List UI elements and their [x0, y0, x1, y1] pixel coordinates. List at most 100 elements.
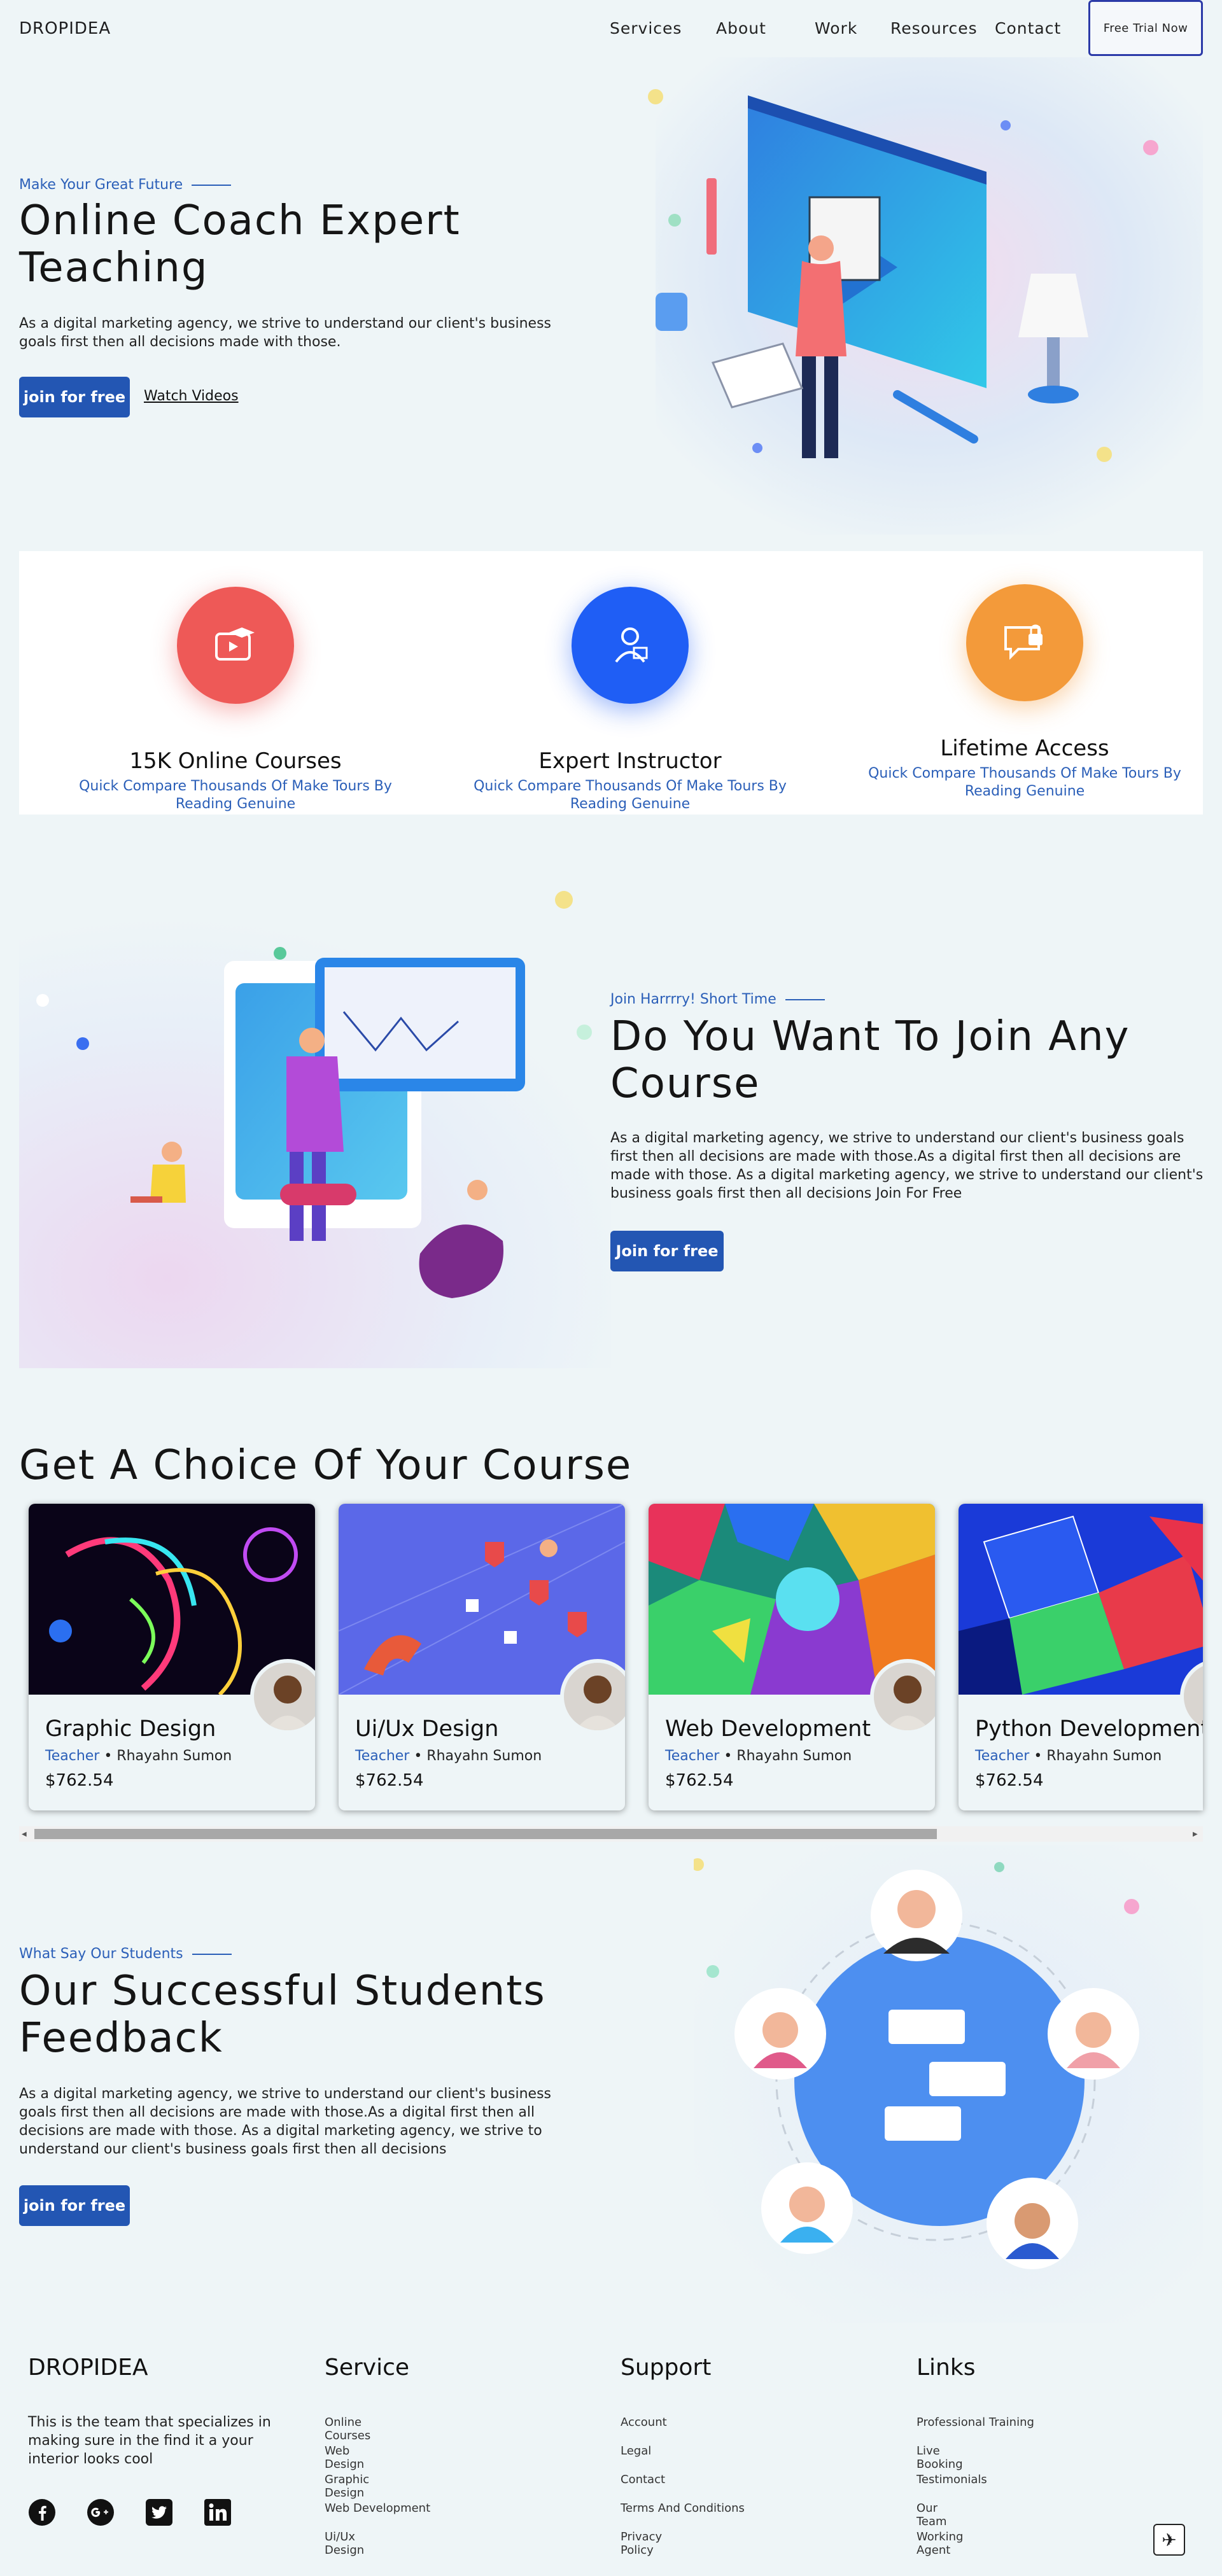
course-teacher: Teacher • Rhayahn Sumon: [975, 1748, 1162, 1764]
hero-eyebrow: Make Your Great Future: [19, 177, 232, 193]
instructor-icon: [615, 627, 648, 663]
feedback-eyebrow-text: What Say Our Students: [19, 1946, 183, 1962]
scrollbar-thumb[interactable]: [34, 1829, 937, 1839]
footer-link-service[interactable]: Web Development: [325, 2502, 430, 2515]
teacher-name: Rhayahn Sumon: [1046, 1748, 1162, 1764]
feature-subtitle: Quick Compare Thousands Of Make Tours By…: [868, 766, 1181, 799]
feedback-join-button[interactable]: join for free: [19, 2185, 130, 2226]
twitter-icon[interactable]: [145, 2498, 173, 2526]
feature-card: 15K Online Courses Quick Compare Thousan…: [70, 587, 401, 813]
footer-link-service[interactable]: Web Design: [325, 2444, 364, 2471]
teacher-name: Rhayahn Sumon: [426, 1748, 542, 1764]
join-title-line2: Course: [610, 1060, 761, 1107]
footer-link-service[interactable]: Online Courses: [325, 2416, 370, 2442]
nav-about[interactable]: About: [716, 19, 766, 38]
feature-title: Expert Instructor: [538, 748, 722, 774]
feature-subtitle: Quick Compare Thousands Of Make Tours By…: [79, 778, 392, 812]
course-card[interactable]: Ui/Ux Design Teacher • Rhayahn Sumon $76…: [339, 1504, 625, 1810]
hero-join-button[interactable]: join for free: [19, 377, 130, 417]
hero-title-line1: Online Coach Expert: [19, 197, 461, 244]
social-links: [28, 2498, 232, 2526]
course-price: $762.54: [975, 1771, 1044, 1790]
course-title[interactable]: Web Development: [665, 1716, 871, 1742]
free-trial-button[interactable]: Free Trial Now: [1088, 0, 1203, 56]
feedback-eyebrow: What Say Our Students: [19, 1946, 232, 1962]
footer-brand: DROPIDEA: [28, 2355, 148, 2381]
nav-services[interactable]: Services: [610, 19, 682, 38]
course-price: $762.54: [45, 1771, 114, 1790]
feature-circle: [966, 584, 1083, 701]
google-plus-icon[interactable]: [87, 2498, 115, 2526]
join-free-button[interactable]: Join for free: [610, 1231, 724, 1271]
teacher-name: Rhayahn Sumon: [736, 1748, 852, 1764]
teacher-role: Teacher: [975, 1748, 1030, 1764]
footer-link-links[interactable]: Live Booking: [916, 2444, 963, 2471]
hero-illustration: [648, 57, 1203, 535]
course-teacher: Teacher • Rhayahn Sumon: [355, 1748, 542, 1764]
footer-link-support[interactable]: Terms And Conditions: [621, 2502, 745, 2515]
footer-link-links[interactable]: Testimonials: [916, 2473, 987, 2486]
watch-videos-link[interactable]: Watch Videos: [144, 388, 239, 404]
join-description: As a digital marketing agency, we strive…: [610, 1130, 1204, 1201]
course-title[interactable]: Graphic Design: [45, 1716, 216, 1742]
feature-title: 15K Online Courses: [129, 748, 342, 774]
course-teacher: Teacher • Rhayahn Sumon: [45, 1748, 232, 1764]
courses-scrollbar[interactable]: ◀ ▶: [19, 1826, 1203, 1842]
course-price: $762.54: [355, 1771, 424, 1790]
feature-card: Expert Instructor Quick Compare Thousand…: [465, 587, 796, 813]
feature-title: Lifetime Access: [940, 736, 1109, 761]
footer-about: This is the team that specializes in mak…: [28, 2414, 271, 2467]
course-card[interactable]: Web Development Teacher • Rhayahn Sumon …: [649, 1504, 935, 1810]
join-title: Do You Want To Join Any Course: [610, 1013, 1130, 1107]
course-price: $762.54: [665, 1771, 734, 1790]
footer-link-service[interactable]: Ui/Ux Design: [325, 2530, 364, 2557]
scroll-left-arrow-icon[interactable]: ◀: [22, 1831, 27, 1838]
course-teacher: Teacher • Rhayahn Sumon: [665, 1748, 852, 1764]
course-card[interactable]: Python Development Teacher • Rhayahn Sum…: [959, 1504, 1203, 1810]
footer-link-links[interactable]: Our Team: [916, 2502, 947, 2528]
footer-link-support[interactable]: Privacy Policy: [621, 2530, 662, 2557]
teacher-name: Rhayahn Sumon: [116, 1748, 232, 1764]
hero-eyebrow-text: Make Your Great Future: [19, 177, 183, 193]
footer-link-service[interactable]: Graphic Design: [325, 2473, 369, 2500]
nav-work[interactable]: Work: [815, 19, 857, 38]
footer-link-support[interactable]: Legal: [621, 2444, 651, 2458]
brand-logo[interactable]: DROPIDEA: [19, 19, 111, 38]
course-title[interactable]: Python Development: [975, 1716, 1203, 1742]
join-eyebrow-text: Join Harrrry! Short Time: [610, 991, 776, 1007]
teacher-avatar: [870, 1659, 935, 1734]
feedback-illustration: [694, 1845, 1203, 2323]
course-title[interactable]: Ui/Ux Design: [355, 1716, 498, 1742]
footer-link-support[interactable]: Contact: [621, 2473, 665, 2486]
footer-link-links[interactable]: Working Agent: [916, 2530, 963, 2557]
join-title-line1: Do You Want To Join Any: [610, 1013, 1130, 1060]
service-heading: Service: [325, 2355, 410, 2381]
feature-circle: [572, 587, 689, 704]
course-card[interactable]: Graphic Design Teacher • Rhayahn Sumon $…: [29, 1504, 315, 1810]
footer-link-support[interactable]: Account: [621, 2416, 667, 2429]
feature-subtitle: Quick Compare Thousands Of Make Tours By…: [474, 778, 787, 812]
nav-resources[interactable]: Resources: [890, 19, 978, 38]
feedback-description: As a digital marketing agency, we strive…: [19, 2086, 552, 2157]
scroll-right-arrow-icon[interactable]: ▶: [1193, 1831, 1198, 1838]
footer-link-links[interactable]: Professional Training: [916, 2416, 1034, 2429]
eyebrow-line: [785, 998, 825, 1000]
support-heading: Support: [621, 2355, 712, 2381]
join-eyebrow: Join Harrrry! Short Time: [610, 991, 825, 1007]
courses-title: Get A Choice Of Your Course: [19, 1442, 633, 1489]
teacher-avatar: [560, 1659, 625, 1734]
nav-contact[interactable]: Contact: [995, 19, 1061, 38]
hero-title: Online Coach Expert Teaching: [19, 197, 461, 291]
links-heading: Links: [916, 2355, 976, 2381]
facebook-icon[interactable]: [28, 2498, 56, 2526]
teacher-role: Teacher: [355, 1748, 410, 1764]
join-illustration: [19, 891, 611, 1368]
linkedin-icon[interactable]: [204, 2498, 232, 2526]
airplane-icon[interactable]: ✈: [1153, 2524, 1185, 2556]
teacher-role: Teacher: [45, 1748, 100, 1764]
features-panel: 15K Online Courses Quick Compare Thousan…: [19, 551, 1203, 815]
eyebrow-line: [192, 1953, 232, 1955]
teacher-avatar: [250, 1659, 315, 1734]
feature-card: Lifetime Access Quick Compare Thousands …: [859, 584, 1190, 801]
feedback-title: Our Successful Students Feedback: [19, 1968, 546, 2062]
